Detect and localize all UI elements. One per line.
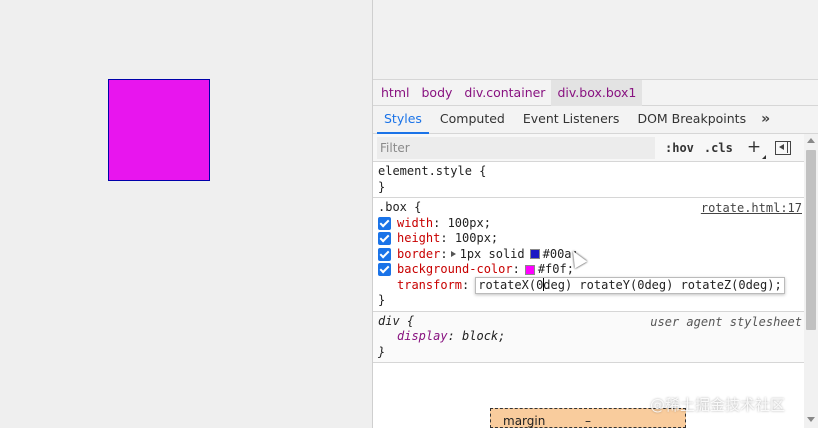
editor-text-after-caret: deg) rotateY(0deg) rotateZ(0deg);: [543, 277, 782, 292]
styles-scrollbar[interactable]: [804, 134, 818, 428]
property-value[interactable]: #f0f;: [538, 262, 574, 278]
property-checkbox[interactable]: [378, 232, 391, 246]
breadcrumb-div-container[interactable]: div.container: [458, 80, 551, 106]
watermark: @稀土掘金技术社区: [650, 396, 786, 414]
property-value-prefix[interactable]: 1px solid: [460, 247, 525, 263]
property-value: block;: [462, 329, 506, 343]
editor-text-before-caret: rotateX(0: [478, 277, 544, 292]
styles-pane: element.style { } .box { rotate.html:17 …: [373, 162, 806, 428]
div-user-agent-rule: div { user agent stylesheet display: blo…: [373, 311, 806, 363]
element-style-selector[interactable]: element.style {: [378, 164, 806, 180]
rotated-box[interactable]: [108, 79, 210, 181]
new-style-rule-button[interactable]: +: [746, 136, 767, 159]
property-checkbox[interactable]: [378, 263, 391, 277]
box-model-margin-value[interactable]: –: [585, 414, 591, 428]
div-selector: div: [378, 313, 400, 328]
property-name[interactable]: transform: [397, 278, 462, 294]
tab-styles[interactable]: Styles: [375, 106, 431, 134]
property-border: border: 1px solid #00a;: [378, 247, 806, 263]
color-swatch[interactable]: [524, 264, 535, 275]
hover-state-button[interactable]: :hov: [665, 141, 694, 155]
color-swatch[interactable]: [529, 249, 540, 260]
scroll-up-icon[interactable]: [807, 138, 815, 143]
toggle-sidebar-icon[interactable]: [775, 140, 792, 155]
expand-triangle-icon[interactable]: [450, 251, 456, 258]
corner-triangle-icon: [762, 154, 767, 159]
rule-close-brace: }: [378, 344, 386, 359]
filter-input[interactable]: [377, 136, 655, 159]
property-name[interactable]: border: [397, 247, 440, 263]
property-height: height: 100px;: [378, 231, 806, 247]
property-value-editor[interactable]: rotateX(0deg) rotateY(0deg) rotateZ(0deg…: [475, 276, 785, 294]
property-transform: transform: rotateX(0deg) rotateY(0deg) r…: [378, 276, 806, 294]
property-width: width: 100px;: [378, 216, 806, 232]
rule-close-brace: }: [378, 293, 386, 307]
property-value[interactable]: 100px;: [455, 231, 498, 247]
property-checkbox[interactable]: [378, 247, 391, 261]
box-rule: .box { rotate.html:17 width: 100px; heig…: [373, 198, 806, 312]
property-value[interactable]: 100px;: [448, 216, 491, 232]
property-name[interactable]: height: [397, 231, 440, 247]
scroll-down-icon[interactable]: [807, 417, 815, 422]
property-name[interactable]: background-color: [397, 262, 513, 278]
class-toggle-button[interactable]: .cls: [704, 141, 733, 155]
source-link[interactable]: rotate.html:17: [701, 201, 802, 215]
elements-tree-area: [373, 0, 818, 80]
property-background-color: background-color: #f0f;: [378, 262, 806, 278]
box-selector[interactable]: .box: [378, 200, 407, 214]
plus-icon: +: [746, 136, 762, 157]
breadcrumb-html[interactable]: html: [375, 80, 415, 106]
box-model-margin-label: margin: [503, 414, 546, 428]
styles-toolbar: :hov .cls +: [373, 134, 806, 162]
more-tabs-chevron-icon[interactable]: »: [755, 106, 776, 134]
sidebar-tabs: Styles Computed Event Listeners DOM Brea…: [373, 106, 818, 134]
tab-computed[interactable]: Computed: [431, 106, 514, 134]
rule-open-brace: {: [406, 313, 415, 328]
scroll-thumb[interactable]: [806, 150, 816, 330]
rule-close-brace: }: [378, 179, 386, 194]
property-name: display: [397, 329, 448, 343]
property-name[interactable]: width: [397, 216, 433, 232]
element-style-rule: element.style { }: [373, 162, 806, 198]
tab-dom-breakpoints[interactable]: DOM Breakpoints: [628, 106, 755, 134]
property-checkbox[interactable]: [378, 216, 391, 230]
property-display: display: block;: [397, 329, 506, 343]
page-viewport: [0, 0, 373, 428]
user-agent-source-label: user agent stylesheet: [650, 314, 802, 329]
devtools-panel: html body div.container div.box.box1 Sty…: [373, 0, 818, 428]
rule-open-brace: {: [414, 200, 422, 214]
tab-event-listeners[interactable]: Event Listeners: [514, 106, 629, 134]
breadcrumb-div-box[interactable]: div.box.box1: [551, 79, 643, 106]
breadcrumb: html body div.container div.box.box1: [373, 79, 818, 106]
breadcrumb-body[interactable]: body: [415, 80, 458, 106]
